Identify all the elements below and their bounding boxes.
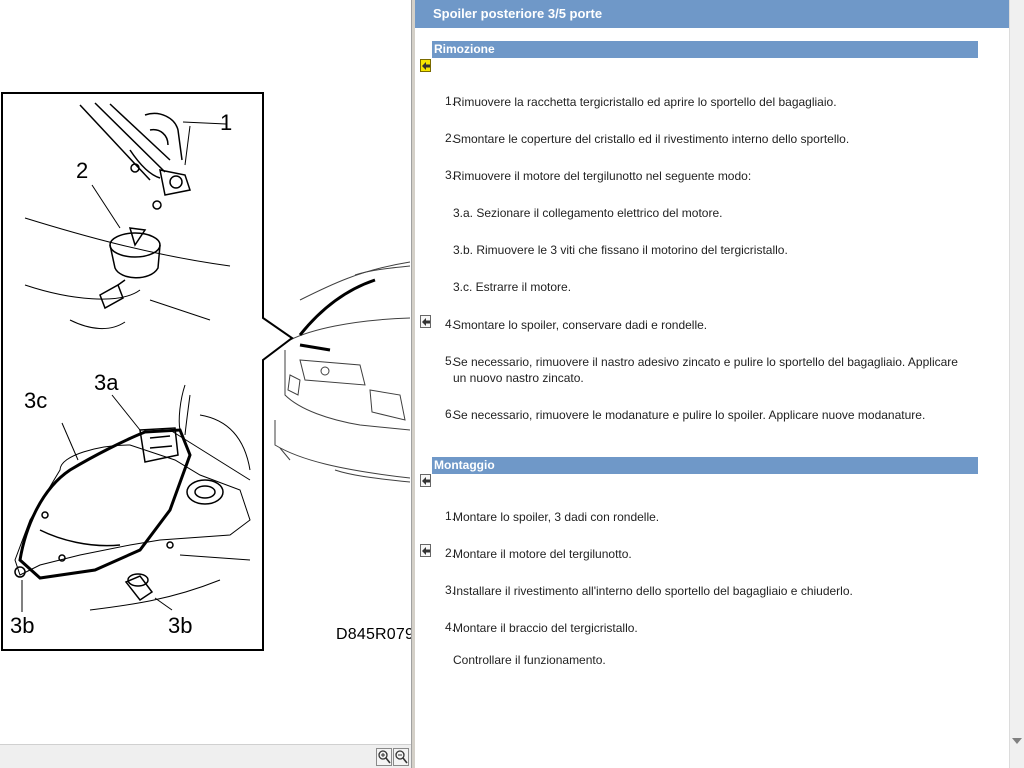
install-step-num-4: 4. bbox=[444, 620, 455, 634]
instructions-pane: Spoiler posteriore 3/5 porte Rimozione 1… bbox=[415, 0, 1009, 768]
removal-step-2: Smontare le coperture del cristallo ed i… bbox=[453, 132, 850, 146]
removal-substep-3b: 3.b. Rimuovere le 3 viti che fissano il … bbox=[453, 243, 788, 257]
section-header-installation: Montaggio bbox=[432, 457, 978, 474]
removal-step-num-6: 6. bbox=[444, 407, 455, 421]
removal-step-num-3: 3. bbox=[444, 168, 455, 182]
install-step-4: Montare il braccio del tergicristallo. bbox=[453, 621, 638, 635]
section-header-removal: Rimozione bbox=[432, 41, 978, 58]
arrow-left-icon bbox=[422, 318, 430, 326]
removal-step-num-1: 1. bbox=[444, 94, 455, 108]
vertical-scrollbar[interactable] bbox=[1009, 0, 1024, 768]
install-step-3: Installare il rivestimento all'interno d… bbox=[453, 584, 853, 598]
removal-step-num-5: 5. bbox=[444, 354, 455, 368]
removal-step-3: Rimuovere il motore del tergilunotto nel… bbox=[453, 169, 752, 183]
arrow-left-icon bbox=[422, 477, 430, 485]
zoom-out-button[interactable] bbox=[393, 748, 409, 766]
nav-back-button-install-step-2[interactable] bbox=[420, 544, 431, 557]
scroll-down-arrow-icon[interactable] bbox=[1012, 738, 1022, 744]
install-step-num-1: 1. bbox=[444, 509, 455, 523]
illustration-pane: 1 2 3a 3c 3b 3b D845R079 bbox=[0, 0, 411, 768]
callout-3b-right: 3b bbox=[168, 613, 193, 638]
page-title: Spoiler posteriore 3/5 porte bbox=[415, 0, 1009, 28]
install-step-num-3: 3. bbox=[444, 583, 455, 597]
callout-2: 2 bbox=[76, 158, 89, 183]
removal-step-5: Se necessario, rimuovere il nastro adesi… bbox=[453, 355, 958, 385]
callout-3b-left: 3b bbox=[10, 613, 35, 638]
removal-substep-3c: 3.c. Estrarre il motore. bbox=[453, 280, 572, 294]
callout-1: 1 bbox=[220, 110, 233, 135]
removal-step-6: Se necessario, rimuovere le modanature e… bbox=[453, 408, 926, 422]
arrow-left-icon bbox=[422, 62, 430, 70]
removal-step-1: Rimuovere la racchetta tergicristallo ed… bbox=[453, 95, 837, 109]
nav-back-button-removal[interactable] bbox=[420, 59, 431, 72]
zoom-out-icon bbox=[395, 750, 408, 764]
removal-substep-3a: 3.a. Sezionare il collegamento elettrico… bbox=[453, 206, 723, 220]
removal-step-num-2: 2. bbox=[444, 131, 455, 145]
install-check-note: Controllare il funzionamento. bbox=[453, 653, 606, 667]
removal-step-num-4: 4. bbox=[444, 317, 455, 331]
callout-3c: 3c bbox=[24, 388, 48, 413]
install-step-1: Montare lo spoiler, 3 dadi con rondelle. bbox=[453, 510, 660, 524]
arrow-left-icon bbox=[422, 547, 430, 555]
install-step-2: Montare il motore del tergilunotto. bbox=[453, 547, 632, 561]
removal-step-4: Smontare lo spoiler, conservare dadi e r… bbox=[453, 318, 708, 332]
zoom-in-button[interactable] bbox=[376, 748, 392, 766]
nav-back-button-step-4[interactable] bbox=[420, 315, 431, 328]
callout-3a: 3a bbox=[94, 370, 119, 395]
zoom-toolbar bbox=[0, 744, 411, 768]
nav-back-button-installation[interactable] bbox=[420, 474, 431, 487]
zoom-in-icon bbox=[378, 750, 391, 764]
install-step-num-2: 2. bbox=[444, 546, 455, 560]
figure-code: D845R079 bbox=[336, 626, 411, 643]
